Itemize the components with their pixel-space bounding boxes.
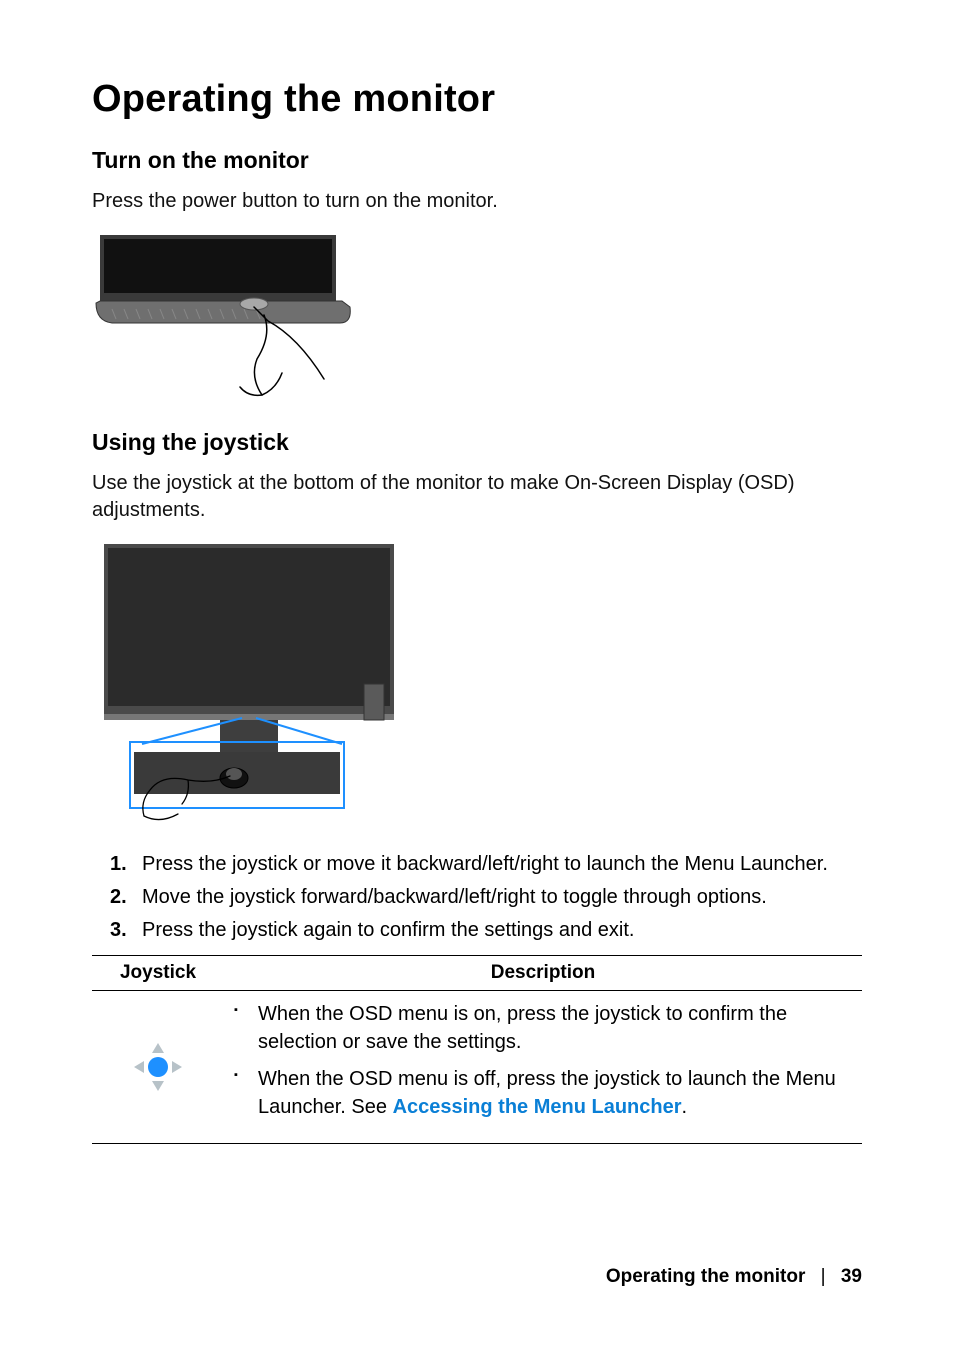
joystick-description-table: Joystick Description	[92, 955, 862, 1144]
table-row: When the OSD menu is on, press the joyst…	[92, 991, 862, 1144]
list-item: When the OSD menu is on, press the joyst…	[254, 1001, 856, 1056]
joystick-center-press-icon	[130, 1082, 186, 1099]
figure-power-button	[92, 229, 862, 407]
page-footer: Operating the monitor | 39	[606, 1266, 862, 1288]
list-item: When the OSD menu is off, press the joys…	[254, 1066, 856, 1121]
table-header-joystick: Joystick	[92, 956, 224, 991]
link-accessing-menu-launcher[interactable]: Accessing the Menu Launcher	[393, 1096, 682, 1118]
footer-title: Operating the monitor	[606, 1266, 806, 1287]
bullet2-post: .	[682, 1096, 688, 1118]
section-joystick-title: Using the joystick	[92, 429, 862, 456]
footer-page-number: 39	[841, 1266, 862, 1287]
section-turn-on-body: Press the power button to turn on the mo…	[92, 188, 862, 215]
figure-joystick-location	[92, 538, 862, 828]
list-item: Press the joystick or move it backward/l…	[110, 850, 862, 879]
table-header-description: Description	[224, 956, 862, 991]
joystick-steps-list: Press the joystick or move it backward/l…	[110, 850, 862, 945]
section-joystick-body: Use the joystick at the bottom of the mo…	[92, 470, 862, 524]
section-turn-on-title: Turn on the monitor	[92, 147, 862, 174]
list-item: Press the joystick again to confirm the …	[110, 916, 862, 945]
list-item: Move the joystick forward/backward/left/…	[110, 883, 862, 912]
page-title: Operating the monitor	[92, 78, 862, 121]
footer-separator: |	[821, 1266, 826, 1287]
